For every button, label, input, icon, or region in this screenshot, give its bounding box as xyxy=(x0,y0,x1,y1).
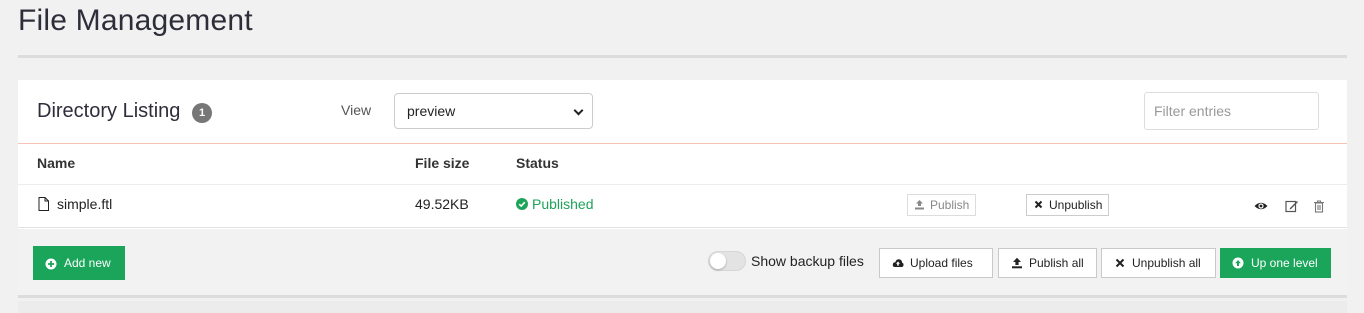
view-select-value: preview xyxy=(407,103,456,119)
column-header-size[interactable]: File size xyxy=(415,155,469,171)
upload-files-label: Upload files xyxy=(910,256,973,270)
close-icon xyxy=(1034,200,1043,209)
cloud-upload-icon xyxy=(892,259,904,267)
view-select[interactable]: preview xyxy=(394,93,593,129)
close-icon xyxy=(1115,258,1125,268)
add-new-button[interactable]: Add new xyxy=(33,246,125,280)
unpublish-label: Unpublish xyxy=(1049,198,1103,212)
add-new-label: Add new xyxy=(64,256,111,270)
chevron-down-icon xyxy=(573,105,584,116)
toggle-knob xyxy=(710,253,726,269)
unpublish-all-label: Unpublish all xyxy=(1132,256,1201,270)
directory-panel: Directory Listing 1 View preview Name Fi… xyxy=(18,80,1347,298)
up-one-level-label: Up one level xyxy=(1251,256,1318,270)
edit-icon[interactable] xyxy=(1285,199,1299,213)
publish-button[interactable]: Publish xyxy=(907,194,977,216)
status-badge: Published xyxy=(532,196,594,212)
count-badge: 1 xyxy=(192,103,212,123)
filter-input[interactable] xyxy=(1144,92,1319,130)
publish-all-button[interactable]: Publish all xyxy=(998,248,1097,278)
next-panel-edge xyxy=(18,301,1347,313)
file-size: 49.52KB xyxy=(415,196,469,212)
arrow-up-circle-icon xyxy=(1232,257,1244,269)
publish-all-label: Publish all xyxy=(1029,256,1084,270)
backup-toggle-label: Show backup files xyxy=(751,253,864,269)
trash-icon[interactable] xyxy=(1312,199,1326,213)
table-row: simple.ftl 49.52KB Published Publish Unp… xyxy=(18,185,1347,228)
eye-icon[interactable] xyxy=(1254,199,1268,213)
unpublish-all-button[interactable]: Unpublish all xyxy=(1101,248,1216,278)
backup-toggle[interactable] xyxy=(708,251,746,271)
upload-icon xyxy=(1012,257,1022,269)
publish-label: Publish xyxy=(930,198,970,212)
column-header-name[interactable]: Name xyxy=(37,155,75,171)
plus-circle-icon xyxy=(45,258,57,270)
column-header-status[interactable]: Status xyxy=(516,155,559,171)
page-title: File Management xyxy=(18,4,253,37)
panel-title: Directory Listing xyxy=(37,100,181,122)
file-name-link[interactable]: simple.ftl xyxy=(57,196,112,212)
unpublish-button[interactable]: Unpublish xyxy=(1026,194,1110,216)
check-circle-icon xyxy=(516,198,528,210)
file-icon xyxy=(38,197,49,211)
view-label: View xyxy=(341,102,372,118)
panel-header: Directory Listing 1 View preview xyxy=(18,80,1347,144)
up-one-level-button[interactable]: Up one level xyxy=(1220,248,1331,278)
upload-files-button[interactable]: Upload files xyxy=(879,248,993,278)
title-divider xyxy=(18,55,1347,58)
panel-footer: Add new Show backup files Upload files P… xyxy=(18,229,1347,298)
upload-icon xyxy=(915,200,924,210)
